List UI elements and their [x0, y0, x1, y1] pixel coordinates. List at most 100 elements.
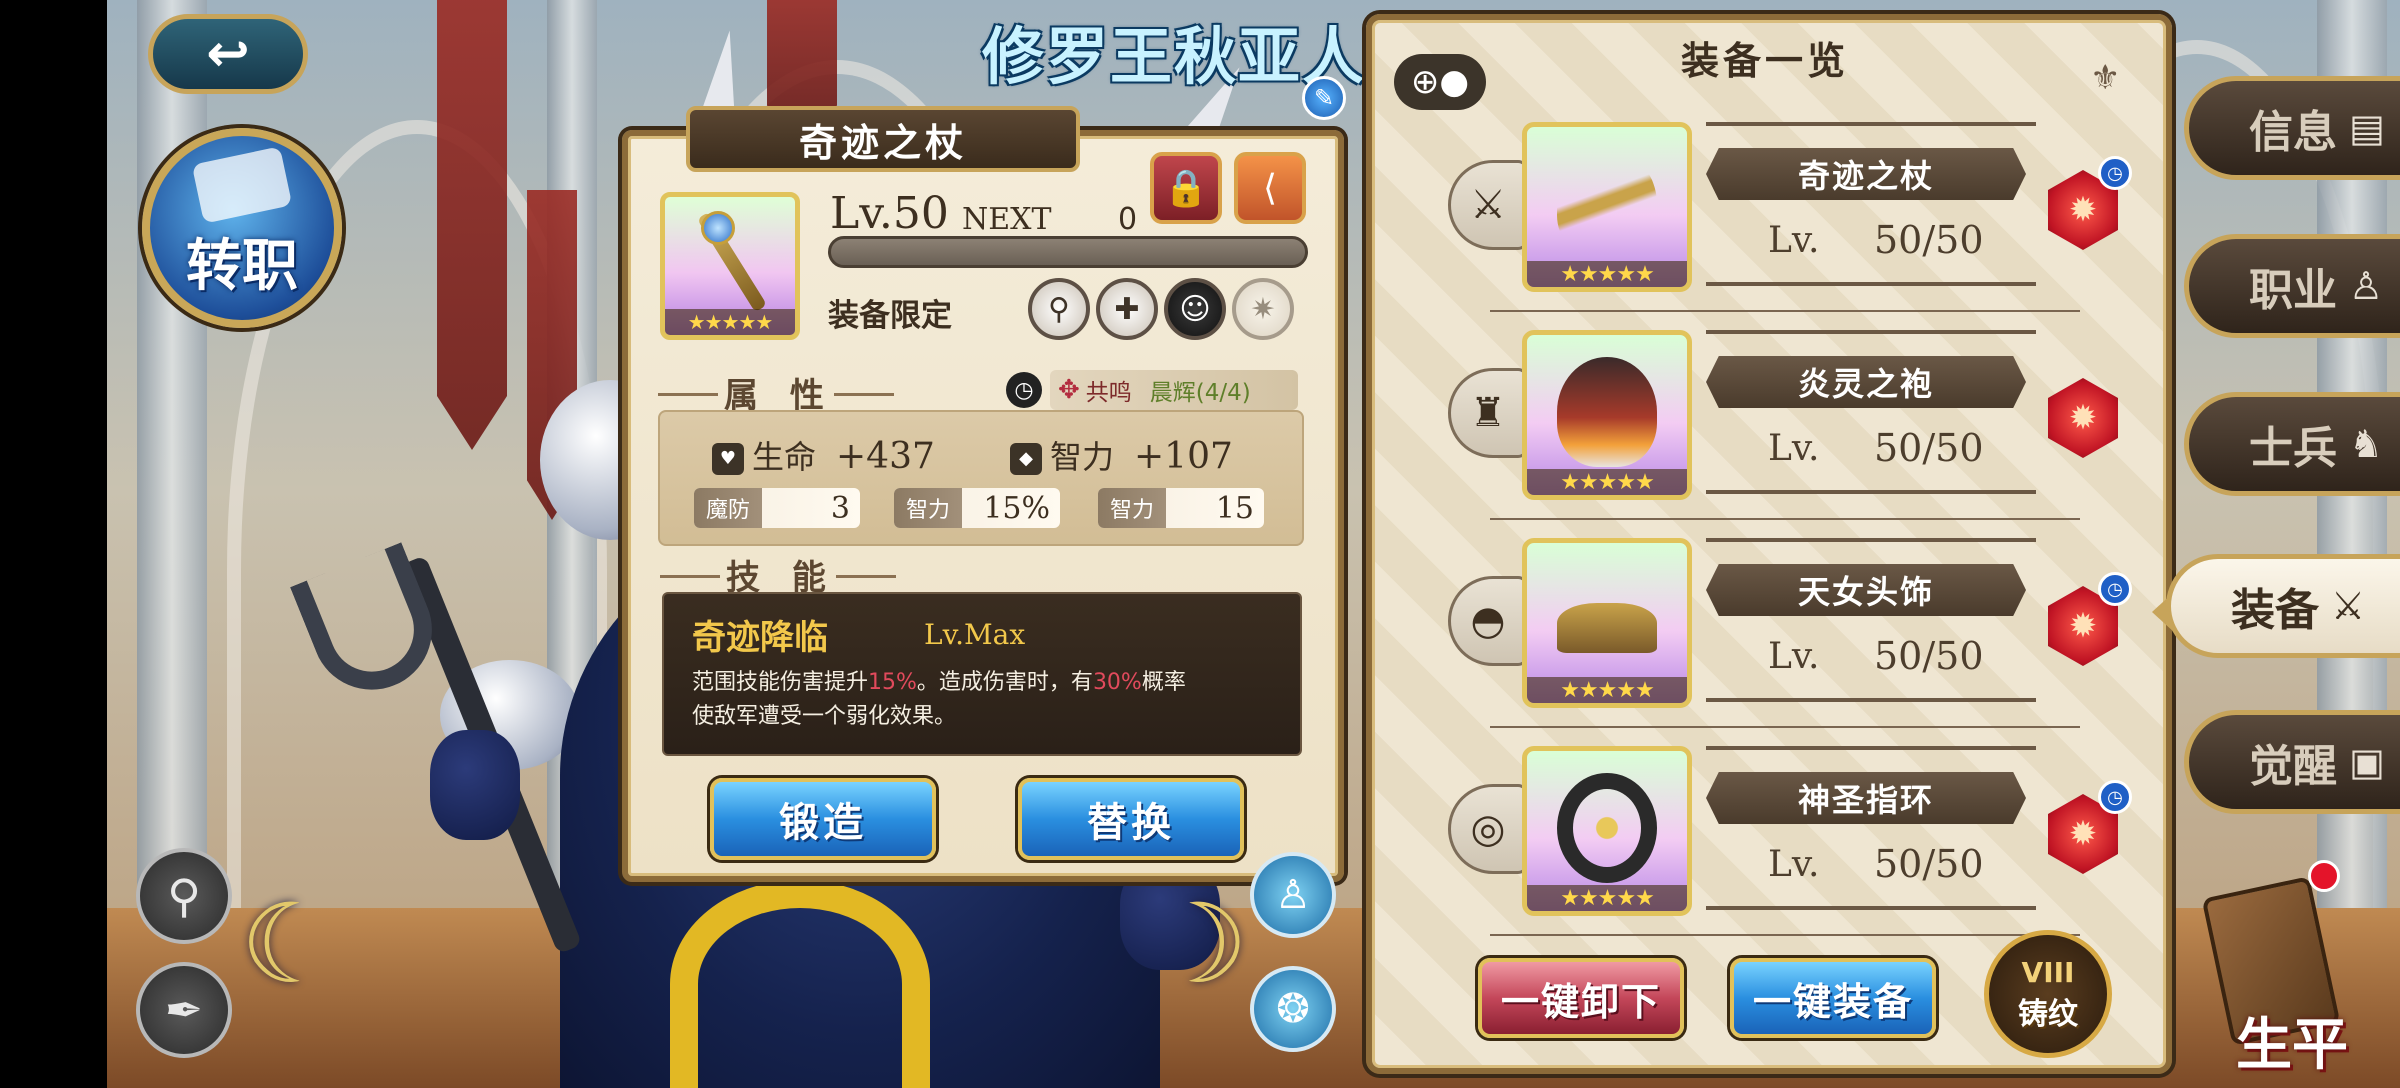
- job-change-label: 转职: [186, 232, 298, 299]
- person-icon: ♙: [2349, 264, 2384, 308]
- item-stars: ★★★★★: [665, 309, 795, 335]
- magnifier-class-icon[interactable]: ⚲: [1028, 278, 1090, 340]
- crest-button[interactable]: ❂: [1250, 966, 1336, 1052]
- tiara-icon: [1557, 603, 1657, 653]
- equipment-slot[interactable]: ◓ ★★★★★ 天女头饰 Lv. 50/50 ✹ ◷: [1448, 538, 2132, 728]
- divider: [1490, 518, 2080, 520]
- cross-class-icon[interactable]: ✚: [1096, 278, 1158, 340]
- forge-button[interactable]: 锻造: [710, 778, 936, 860]
- tab-equipment[interactable]: 装备 ⚔: [2166, 554, 2400, 658]
- next-label: NEXT: [962, 202, 1052, 237]
- skill-description: 范围技能伤害提升15%。造成伤害时，有30%概率 使敌军遭受一个弱化效果。: [692, 670, 1186, 729]
- resonance-info[interactable]: ✥ 共鸣 晨辉(4/4): [1050, 370, 1298, 410]
- chronicle-label[interactable]: 生平: [2236, 1000, 2348, 1081]
- sub-stat-value: 15%: [983, 490, 1050, 526]
- equipment-slot[interactable]: ⚔ ★★★★★ 奇迹之杖 Lv. 50/50 ✹ ◷: [1448, 122, 2132, 312]
- slot-name: 天女头饰: [1706, 564, 2026, 616]
- zoom-button[interactable]: ⚲: [136, 848, 232, 944]
- cat-class-icon[interactable]: ☺: [1164, 278, 1226, 340]
- moon-next-arrow[interactable]: ☾: [1150, 880, 1249, 1008]
- slot-lv-label: Lv.: [1768, 636, 1820, 677]
- tab-class[interactable]: 职业 ♙: [2184, 234, 2400, 338]
- resonance-icon: ✥: [1058, 375, 1080, 405]
- ring-icon: ◎: [1448, 784, 1528, 874]
- heart-icon: ♥: [712, 443, 744, 475]
- moon-prev-arrow[interactable]: ☾: [240, 880, 339, 1008]
- equipment-title: 装备一览: [1680, 39, 1849, 83]
- job-change-button[interactable]: 转职: [142, 128, 342, 328]
- stat-int: ◆ 智力 +107: [1010, 432, 1233, 478]
- gear-class-icon[interactable]: ✷: [1232, 278, 1294, 340]
- crest-icon: ❂: [1276, 986, 1310, 1032]
- tab-label: 信息: [2249, 107, 2337, 158]
- edit-name-button[interactable]: ✎: [1302, 76, 1346, 120]
- slot-item-portrait[interactable]: ★★★★★: [1522, 538, 1692, 708]
- back-arrow-icon: ↩: [206, 24, 250, 84]
- slot-line: [1706, 698, 2036, 702]
- resonance-name: 晨辉(4/4): [1149, 380, 1251, 406]
- fleur-ornament: ⚜: [2090, 58, 2121, 98]
- tab-soldier[interactable]: 士兵 ♞: [2184, 392, 2400, 496]
- divider: [1490, 934, 2080, 936]
- sub-stat-label: 智力: [894, 488, 962, 528]
- divider: [1490, 310, 2080, 312]
- equipment-slot[interactable]: ♜ ★★★★★ 炎灵之袍 Lv. 50/50 ✹: [1448, 330, 2118, 520]
- slot-item-portrait[interactable]: ★★★★★: [1522, 746, 1692, 916]
- skill-name: 奇迹降临: [692, 618, 828, 658]
- armor-icon: ♜: [1448, 368, 1528, 458]
- tab-info[interactable]: 信息 ▤: [2184, 76, 2400, 180]
- slot-stars: ★★★★★: [1527, 677, 1687, 703]
- gamepad-button[interactable]: ⊕●: [1394, 54, 1486, 110]
- resonance-label: 共鸣: [1085, 380, 1132, 406]
- character-gold-trim: [670, 880, 930, 1088]
- replace-button[interactable]: 替换: [1018, 778, 1244, 860]
- share-icon: ⟨: [1262, 167, 1278, 209]
- quill-button[interactable]: ✒: [136, 962, 232, 1058]
- stat-label: 智力: [1050, 438, 1115, 476]
- sub-stat-label: 魔防: [694, 488, 762, 528]
- skill-level: Lv.Max: [924, 618, 1026, 651]
- equipment-slot[interactable]: ◎ ★★★★★ 神圣指环 Lv. 50/50 ✹ ◷: [1448, 746, 2132, 936]
- staff-icon: [1557, 149, 1657, 259]
- tab-label: 觉醒: [2249, 741, 2337, 792]
- slot-name: 炎灵之袍: [1706, 356, 2026, 408]
- item-portrait: ★★★★★: [660, 192, 800, 340]
- clock-icon: ◷: [1006, 372, 1042, 408]
- forge-pattern-numeral: VIII: [2021, 955, 2075, 989]
- slot-level: 50/50: [1874, 842, 1984, 886]
- tab-label: 职业: [2249, 265, 2337, 316]
- lock-icon: 🔒: [1163, 168, 1209, 209]
- slot-level: 50/50: [1874, 634, 1984, 678]
- tab-awaken[interactable]: 觉醒 ▣: [2184, 710, 2400, 814]
- slot-level: 50/50: [1874, 426, 1984, 470]
- clock-icon: ◷: [2098, 572, 2132, 606]
- character-fist: [430, 730, 520, 840]
- slot-name: 奇迹之杖: [1706, 148, 2026, 200]
- robe-icon: [1557, 357, 1657, 467]
- unequip-all-button[interactable]: 一键卸下: [1478, 958, 1684, 1038]
- sub-stat: 智力 15%: [894, 488, 1060, 528]
- book-icon: ◆: [1010, 443, 1042, 475]
- slot-stars: ★★★★★: [1527, 469, 1687, 495]
- share-button[interactable]: ⟨: [1234, 152, 1306, 224]
- staff-gem: [701, 211, 735, 245]
- equip-all-button[interactable]: 一键装备: [1730, 958, 1936, 1038]
- back-button[interactable]: ↩: [148, 14, 308, 94]
- stat-value: +107: [1134, 436, 1233, 477]
- slot-item-portrait[interactable]: ★★★★★: [1522, 330, 1692, 500]
- slot-lv-label: Lv.: [1768, 844, 1820, 885]
- slot-stars: ★★★★★: [1527, 885, 1687, 911]
- slot-item-portrait[interactable]: ★★★★★: [1522, 122, 1692, 292]
- stat-hp: ♥ 生命 +437: [712, 432, 935, 478]
- forge-pattern-label: 铸纹: [2018, 996, 2078, 1032]
- outfit-button[interactable]: ♙: [1250, 852, 1336, 938]
- slot-line: [1706, 490, 2036, 494]
- slot-line: [1706, 538, 2036, 542]
- slot-stars: ★★★★★: [1527, 261, 1687, 287]
- forge-pattern-button[interactable]: VIII 铸纹: [1984, 930, 2112, 1058]
- lock-button[interactable]: 🔒: [1150, 152, 1222, 224]
- slot-line: [1706, 282, 2036, 286]
- sub-stat: 智力 15: [1098, 488, 1264, 528]
- exp-bar: [828, 236, 1308, 268]
- pencil-icon: ✎: [1313, 84, 1335, 112]
